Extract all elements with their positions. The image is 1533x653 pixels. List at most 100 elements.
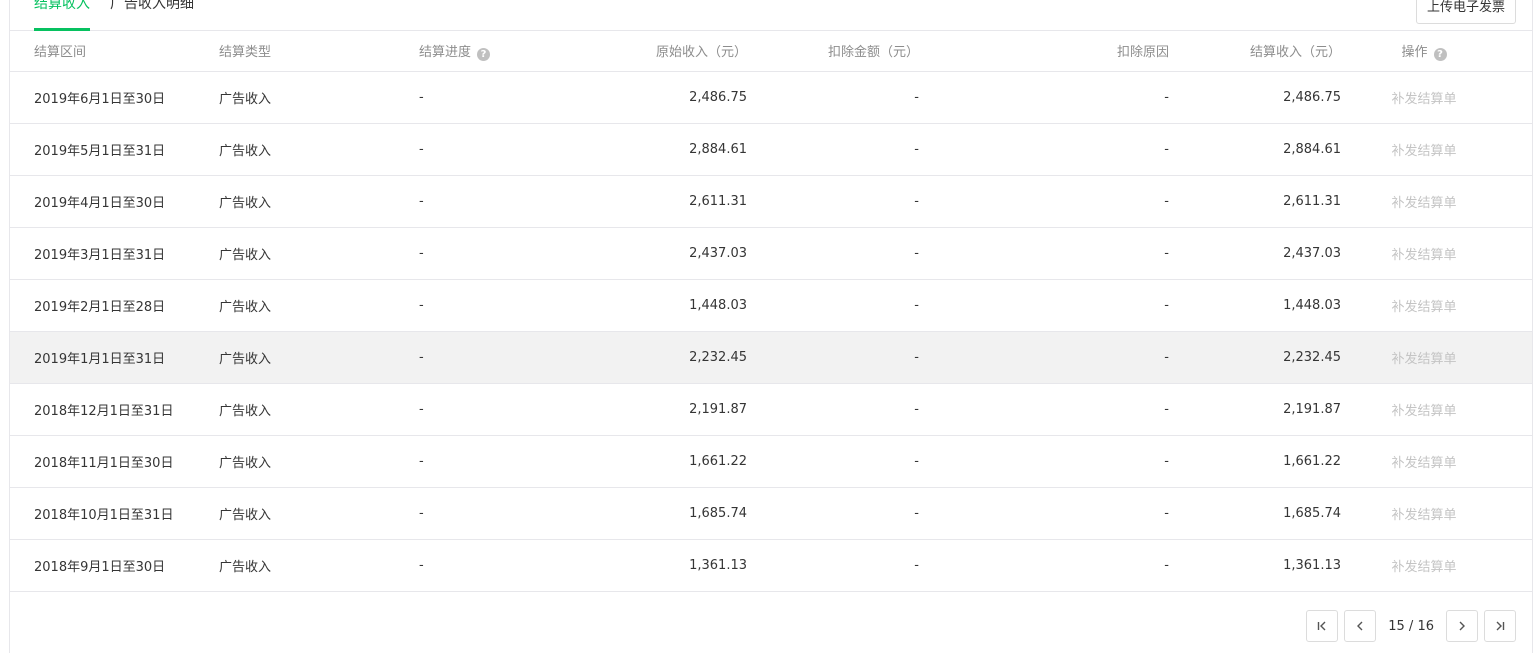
cell-type: 广告收入 <box>219 123 419 176</box>
cell-progress: - <box>419 539 569 592</box>
cell-original: 2,884.61 <box>569 123 747 176</box>
resend-statement-link[interactable]: 补发结算单 <box>1391 508 1456 523</box>
cell-action: 补发结算单 <box>1341 71 1532 124</box>
resend-statement-link[interactable]: 补发结算单 <box>1391 560 1456 575</box>
resend-statement-link[interactable]: 补发结算单 <box>1391 144 1456 159</box>
cell-period: 2019年5月1日至31日 <box>10 123 219 176</box>
resend-statement-link[interactable]: 补发结算单 <box>1391 456 1456 471</box>
cell-progress: - <box>419 175 569 228</box>
first-page-icon <box>1318 621 1326 631</box>
resend-statement-link[interactable]: 补发结算单 <box>1391 92 1456 107</box>
cell-settled: 1,361.13 <box>1169 539 1341 592</box>
cell-progress: - <box>419 71 569 124</box>
cell-type: 广告收入 <box>219 435 419 488</box>
cell-action: 补发结算单 <box>1341 383 1532 436</box>
cell-reason: - <box>919 227 1169 280</box>
cell-progress: - <box>419 331 569 384</box>
cell-progress: - <box>419 279 569 332</box>
cell-action: 补发结算单 <box>1341 227 1532 280</box>
cell-reason: - <box>919 487 1169 540</box>
cell-deduction: - <box>747 383 919 436</box>
col-type: 结算类型 <box>219 31 419 72</box>
col-settled: 结算收入（元） <box>1169 31 1341 72</box>
settlement-panel: 结算收入 广告收入明细 上传电子发票 结算区间 结算类型 结算进度? 原始收入（… <box>9 0 1533 653</box>
cell-period: 2018年9月1日至30日 <box>10 539 219 592</box>
page-indicator: 15 / 16 <box>1388 619 1434 634</box>
total-pages: 16 <box>1417 618 1434 634</box>
col-period: 结算区间 <box>10 31 219 72</box>
cell-original: 2,611.31 <box>569 175 747 228</box>
cell-original: 2,437.03 <box>569 227 747 280</box>
upload-invoice-button[interactable]: 上传电子发票 <box>1415 0 1516 24</box>
last-page-icon <box>1496 621 1505 631</box>
cell-deduction: - <box>747 227 919 280</box>
cell-reason: - <box>919 279 1169 332</box>
col-progress: 结算进度? <box>419 31 569 72</box>
cell-deduction: - <box>747 331 919 384</box>
cell-action: 补发结算单 <box>1341 175 1532 228</box>
first-page-button[interactable] <box>1306 610 1339 642</box>
cell-type: 广告收入 <box>219 539 419 592</box>
cell-progress: - <box>419 435 569 488</box>
cell-reason: - <box>919 175 1169 228</box>
resend-statement-link[interactable]: 补发结算单 <box>1391 300 1456 315</box>
help-icon[interactable]: ? <box>477 47 491 61</box>
resend-statement-link[interactable]: 补发结算单 <box>1391 196 1456 211</box>
cell-period: 2019年6月1日至30日 <box>10 71 219 124</box>
col-action: 操作? <box>1341 31 1532 72</box>
cell-deduction: - <box>747 435 919 488</box>
cell-settled: 2,486.75 <box>1169 71 1341 124</box>
cell-action: 补发结算单 <box>1341 539 1532 592</box>
cell-settled: 2,611.31 <box>1169 175 1341 228</box>
cell-original: 1,361.13 <box>569 539 747 592</box>
help-icon[interactable]: ? <box>1433 47 1447 61</box>
cell-original: 2,232.45 <box>569 331 747 384</box>
next-page-button[interactable] <box>1446 610 1478 642</box>
resend-statement-link[interactable]: 补发结算单 <box>1391 248 1456 263</box>
col-action-label: 操作 <box>1401 44 1428 60</box>
cell-original: 1,661.22 <box>569 435 747 488</box>
cell-progress: - <box>419 123 569 176</box>
cell-original: 2,486.75 <box>569 71 747 124</box>
cell-deduction: - <box>747 487 919 540</box>
table-row: 2019年1月1日至31日 广告收入 -2,232.45- -2,232.45 补发结算… <box>10 331 1532 384</box>
table-header: 结算区间 结算类型 结算进度? 原始收入（元） 扣除金额（元） 扣除原因 结算收… <box>10 31 1532 72</box>
col-deduction: 扣除金额（元） <box>747 31 919 72</box>
table-row: 2018年9月1日至30日 广告收入 -1,361.13- -1,361.13 补发结算… <box>10 539 1532 592</box>
cell-reason: - <box>919 71 1169 124</box>
current-page: 15 <box>1388 618 1405 634</box>
cell-settled: 2,437.03 <box>1169 227 1341 280</box>
last-page-button[interactable] <box>1484 610 1516 642</box>
tab-ad-income-detail[interactable]: 广告收入明细 <box>110 0 194 31</box>
cell-settled: 2,232.45 <box>1169 331 1341 384</box>
prev-page-button[interactable] <box>1344 610 1377 642</box>
table-row: 2019年4月1日至30日 广告收入 -2,611.31- -2,611.31 补发结算… <box>10 175 1532 228</box>
cell-progress: - <box>419 383 569 436</box>
table-row: 2018年12月1日至31日 广告收入 -2,191.87- -2,191.87 补发结… <box>10 383 1532 436</box>
col-original: 原始收入（元） <box>569 31 747 72</box>
cell-action: 补发结算单 <box>1341 279 1532 332</box>
resend-statement-link[interactable]: 补发结算单 <box>1391 404 1456 419</box>
cell-progress: - <box>419 487 569 540</box>
cell-deduction: - <box>747 539 919 592</box>
cell-period: 2019年3月1日至31日 <box>10 227 219 280</box>
cell-period: 2019年1月1日至31日 <box>10 331 219 384</box>
cell-type: 广告收入 <box>219 71 419 124</box>
table-row: 2019年2月1日至28日 广告收入 -1,448.03- -1,448.03 补发结算… <box>10 279 1532 332</box>
cell-type: 广告收入 <box>219 227 419 280</box>
cell-reason: - <box>919 383 1169 436</box>
tab-settlement-income[interactable]: 结算收入 <box>34 0 90 31</box>
chevron-right-icon <box>1459 621 1465 631</box>
cell-action: 补发结算单 <box>1341 435 1532 488</box>
resend-statement-link[interactable]: 补发结算单 <box>1391 352 1456 367</box>
tab-bar: 结算收入 广告收入明细 <box>34 0 214 32</box>
cell-deduction: - <box>747 279 919 332</box>
cell-reason: - <box>919 539 1169 592</box>
cell-settled: 1,661.22 <box>1169 435 1341 488</box>
cell-deduction: - <box>747 175 919 228</box>
settlement-table: 结算区间 结算类型 结算进度? 原始收入（元） 扣除金额（元） 扣除原因 结算收… <box>10 31 1532 592</box>
cell-type: 广告收入 <box>219 487 419 540</box>
table-row: 2018年10月1日至31日 广告收入 -1,685.74- -1,685.74 补发结… <box>10 487 1532 540</box>
cell-period: 2019年2月1日至28日 <box>10 279 219 332</box>
cell-reason: - <box>919 435 1169 488</box>
